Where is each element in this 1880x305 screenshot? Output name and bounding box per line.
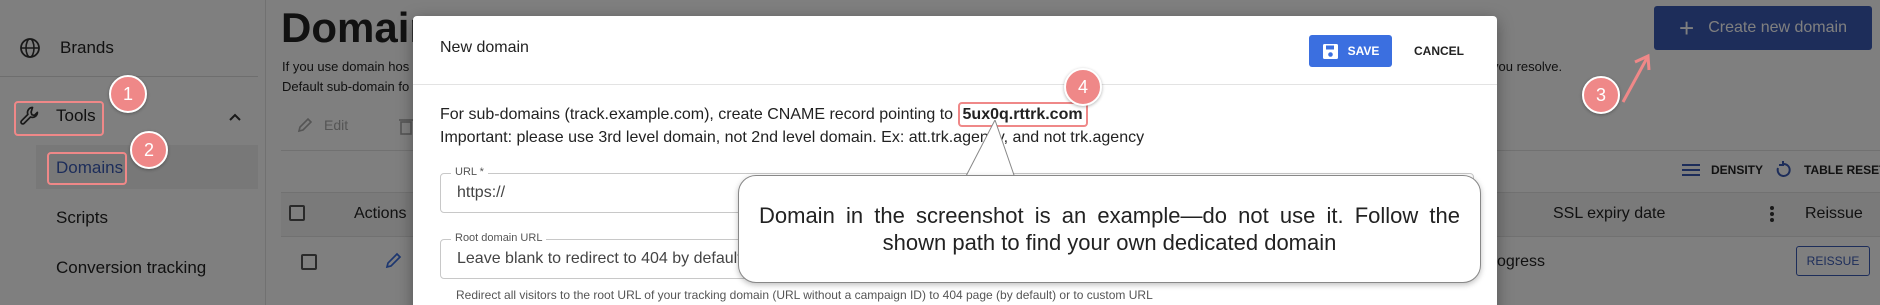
root-domain-url-label: Root domain URL bbox=[451, 232, 547, 244]
cname-instruction-text: For sub-domains (track.example.com), cre… bbox=[440, 106, 958, 123]
step-marker-4: 4 bbox=[1064, 68, 1102, 106]
highlight-domains bbox=[47, 152, 127, 185]
save-label: SAVE bbox=[1347, 44, 1380, 58]
callout-note: Domain in the screenshot is an example—d… bbox=[738, 175, 1481, 283]
url-field-label: URL * bbox=[451, 166, 488, 178]
callout-pointer bbox=[964, 120, 1016, 180]
floppy-disk-icon bbox=[1322, 43, 1338, 59]
root-domain-url-placeholder: Leave blank to redirect to 404 by defaul… bbox=[457, 250, 742, 267]
dialog-divider bbox=[413, 84, 1497, 85]
url-field-value: https:// bbox=[457, 184, 506, 201]
save-button[interactable]: SAVE bbox=[1309, 35, 1392, 67]
root-domain-helper-text: Redirect all visitors to the root URL of… bbox=[456, 288, 1153, 302]
step-marker-1: 1 bbox=[109, 75, 147, 113]
dialog-title: New domain bbox=[440, 39, 529, 56]
arrow-icon bbox=[1621, 53, 1651, 103]
cancel-button[interactable]: CANCEL bbox=[1403, 35, 1475, 67]
step-marker-2: 2 bbox=[130, 131, 168, 169]
highlight-tools bbox=[14, 101, 104, 136]
